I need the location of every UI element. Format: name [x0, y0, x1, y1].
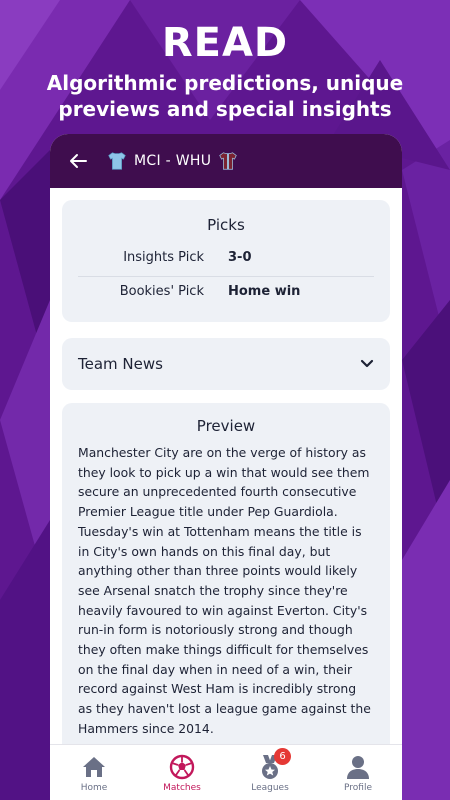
pick-value: Home win: [228, 283, 301, 299]
nav-label: Matches: [163, 782, 201, 793]
preview-heading: Preview: [196, 417, 256, 435]
nav-matches[interactable]: Matches: [138, 745, 226, 800]
pick-row: Insights Pick 3-0: [78, 242, 374, 272]
team-news-label: Team News: [78, 355, 163, 373]
match-content[interactable]: Picks Insights Pick 3-0 Bookies' Pick Ho…: [50, 188, 402, 744]
picks-card: Picks Insights Pick 3-0 Bookies' Pick Ho…: [62, 200, 390, 322]
chevron-down-icon: [360, 359, 374, 368]
promo-subtitle: Algorithmic predictions, unique previews…: [46, 71, 404, 121]
bottom-navigation: Home Matches 6 Leagues Profile: [50, 744, 402, 800]
nav-label: Leagues: [251, 782, 289, 793]
preview-text: Manchester City are on the verge of hist…: [78, 445, 371, 736]
nav-home[interactable]: Home: [50, 745, 138, 800]
football-icon: [169, 754, 195, 779]
nav-leagues[interactable]: 6 Leagues: [226, 745, 314, 800]
pick-label: Bookies' Pick: [119, 283, 204, 299]
picks-heading: Picks: [207, 216, 245, 234]
nav-label: Home: [80, 782, 108, 793]
nav-profile[interactable]: Profile: [314, 745, 402, 800]
pick-label: Insights Pick: [123, 249, 204, 265]
person-icon: [347, 755, 369, 779]
arrow-left-icon: [70, 154, 87, 168]
nav-label: Profile: [344, 782, 372, 793]
promo-title: READ: [161, 20, 289, 66]
away-kit-icon: [219, 152, 237, 170]
leagues-badge: 6: [274, 748, 291, 765]
pick-value: 3-0: [228, 249, 252, 265]
app-screen: MCI - WHU Picks Insights Pick 3-0 Bookie…: [50, 134, 402, 800]
preview-card: Preview Manchester City are on the verge…: [62, 403, 390, 744]
match-title: MCI - WHU: [134, 153, 212, 169]
home-icon: [83, 756, 105, 777]
pick-row: Bookies' Pick Home win: [78, 276, 374, 306]
back-button[interactable]: [50, 134, 106, 188]
home-kit-icon: [108, 152, 126, 170]
team-news-toggle[interactable]: Team News: [62, 338, 390, 390]
app-header: MCI - WHU: [50, 134, 402, 188]
